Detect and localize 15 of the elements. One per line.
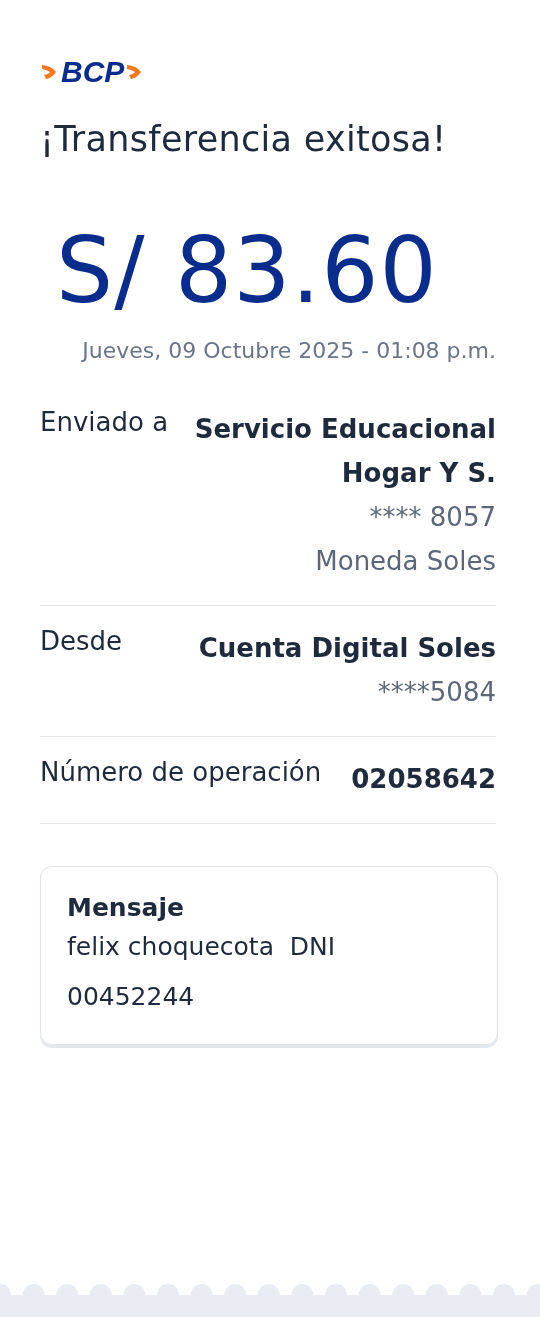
detail-label: Enviado a xyxy=(40,407,169,439)
date-time: Jueves, 09 Octubre 2025 - 01:08 p.m. xyxy=(80,338,496,363)
amount: S/ 83.60 xyxy=(56,221,439,320)
detail-label: Desde xyxy=(40,626,123,658)
detail-value: 02058642 xyxy=(351,763,496,796)
message-title: Mensaje xyxy=(67,893,185,922)
logo-text: BCP xyxy=(61,55,125,89)
detail-label: Número de operación xyxy=(40,757,322,789)
detail-value: Servicio Educacional Hogar Y S. xyxy=(193,413,496,490)
success-title: ¡Transferencia exitosa! xyxy=(40,119,448,159)
detail-value: Cuenta Digital Soles xyxy=(198,632,496,665)
detail-value: ****5084 xyxy=(377,676,496,709)
detail-value: Moneda Soles xyxy=(315,545,496,578)
detail-value: **** 8057 xyxy=(369,501,496,534)
message-text: felix choquecota DNI 00452244 xyxy=(67,931,337,1013)
